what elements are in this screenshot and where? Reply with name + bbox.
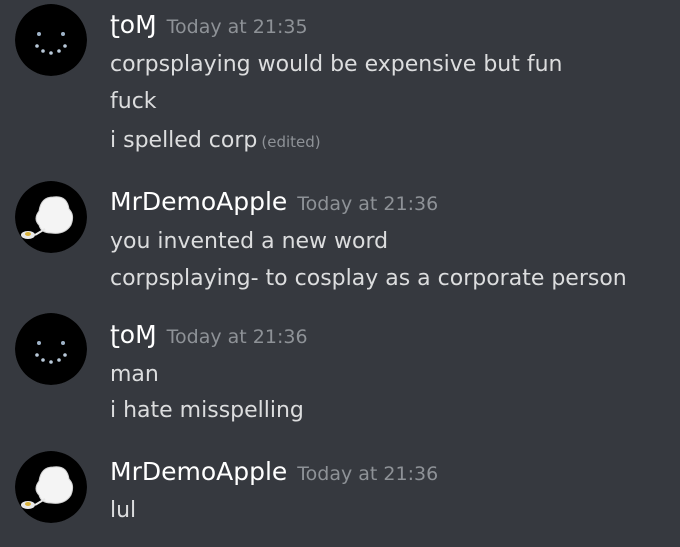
username[interactable]: ʈoⱮ xyxy=(110,10,157,39)
edited-label: (edited) xyxy=(261,133,321,151)
dark-face-avatar-icon xyxy=(15,313,87,385)
avatar[interactable] xyxy=(15,4,87,76)
username[interactable]: MrDemoApple xyxy=(110,457,287,486)
username[interactable]: MrDemoApple xyxy=(110,187,287,216)
avatar[interactable] xyxy=(15,181,87,253)
message-text: i hate misspelling xyxy=(110,398,304,423)
username[interactable]: ʈoⱮ xyxy=(110,320,157,349)
message-text: lul xyxy=(110,498,137,523)
message-text: fuck xyxy=(110,89,157,114)
timestamp: Today at 21:36 xyxy=(166,326,308,348)
message-text: corpsplaying would be expensive but fun xyxy=(110,52,563,77)
message-text: you invented a new word xyxy=(110,229,389,254)
message-text: corpsplaying- to cosplay as a corporate … xyxy=(110,266,627,291)
ghost-sketch-avatar-icon xyxy=(15,181,87,253)
message-text: i spelled corp xyxy=(110,128,258,153)
message-text: man xyxy=(110,362,159,387)
dark-face-avatar-icon xyxy=(15,4,87,76)
message-text-with-edited: i spelled corp (edited) xyxy=(110,128,321,153)
avatar[interactable] xyxy=(15,451,87,523)
timestamp: Today at 21:35 xyxy=(166,16,308,38)
ghost-sketch-avatar-icon xyxy=(15,451,87,523)
avatar[interactable] xyxy=(15,313,87,385)
timestamp: Today at 21:36 xyxy=(297,463,439,485)
timestamp: Today at 21:36 xyxy=(297,193,439,215)
